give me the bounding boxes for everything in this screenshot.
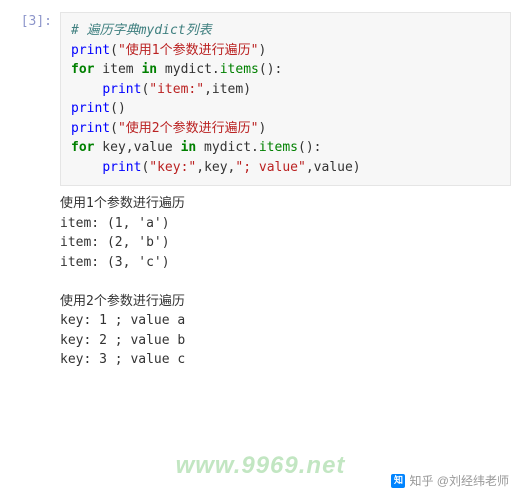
code-input[interactable]: # 遍历字典mydict列表 print("使用1个参数进行遍历") for i… bbox=[60, 12, 511, 186]
string-literal: "key:" bbox=[149, 160, 196, 175]
notebook-cell: [3]: # 遍历字典mydict列表 print("使用1个参数进行遍历") … bbox=[0, 0, 521, 370]
code-output: 使用1个参数进行遍历 item: (1, 'a') item: (2, 'b')… bbox=[60, 186, 511, 370]
string-literal: "item:" bbox=[149, 82, 204, 97]
code-comment: # 遍历字典mydict列表 bbox=[71, 23, 212, 38]
watermark-text: www.9969.net bbox=[176, 448, 346, 484]
method-items: items bbox=[220, 62, 259, 77]
obj-ref: mydict. bbox=[196, 140, 259, 155]
print-call: print bbox=[71, 43, 110, 58]
attribution: 知 知乎 @刘经纬老师 bbox=[391, 472, 509, 490]
loop-var: item bbox=[94, 62, 141, 77]
print-call: print bbox=[71, 101, 110, 116]
cell-content: # 遍历字典mydict列表 print("使用1个参数进行遍历") for i… bbox=[60, 12, 511, 370]
zhihu-icon: 知 bbox=[391, 474, 405, 488]
string-literal: "使用2个参数进行遍历" bbox=[118, 121, 258, 136]
keyword-in: in bbox=[141, 62, 157, 77]
input-prompt: [3]: bbox=[10, 12, 60, 370]
print-call: print bbox=[102, 160, 141, 175]
keyword-for: for bbox=[71, 62, 94, 77]
obj-ref: mydict. bbox=[157, 62, 220, 77]
keyword-in: in bbox=[181, 140, 197, 155]
loop-var: key,value bbox=[94, 140, 180, 155]
print-call: print bbox=[71, 121, 110, 136]
string-literal: "使用1个参数进行遍历" bbox=[118, 43, 258, 58]
keyword-for: for bbox=[71, 140, 94, 155]
attribution-text: 知乎 @刘经纬老师 bbox=[409, 472, 509, 490]
string-literal: "; value" bbox=[235, 160, 305, 175]
method-items: items bbox=[259, 140, 298, 155]
print-call: print bbox=[102, 82, 141, 97]
